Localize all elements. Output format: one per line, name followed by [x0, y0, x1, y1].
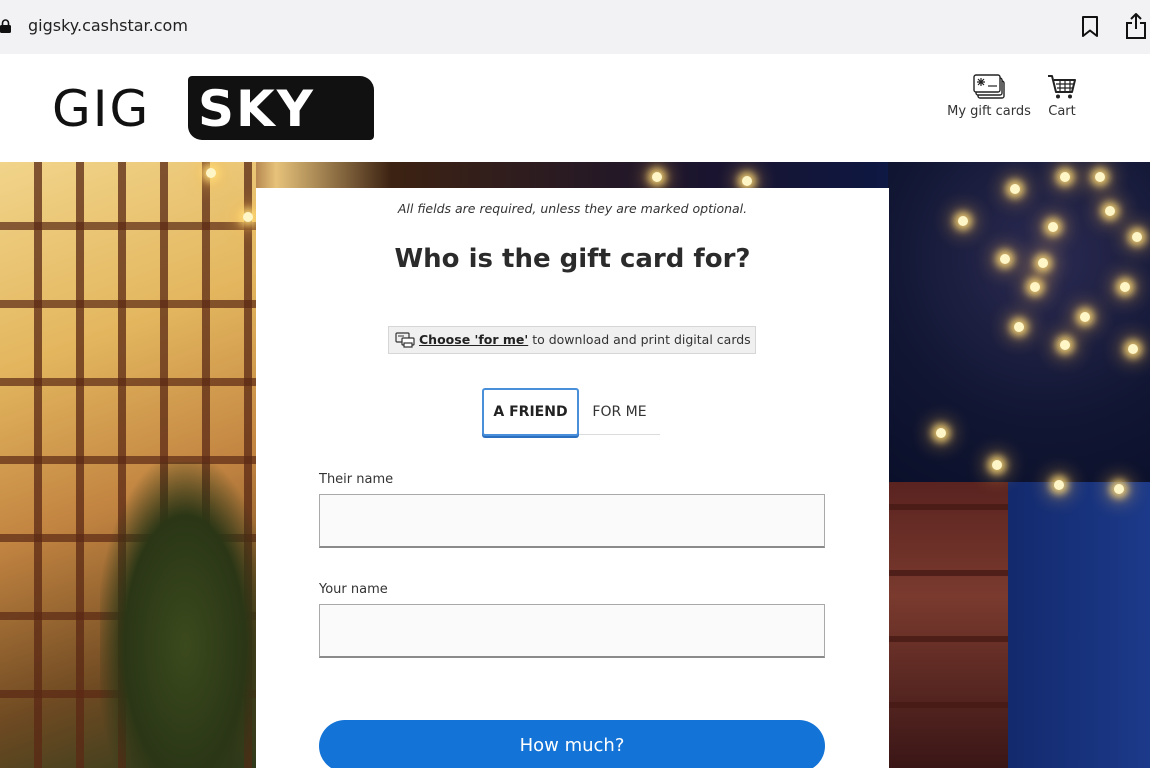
string-light — [992, 460, 1002, 470]
tab-a-friend[interactable]: A FRIEND — [482, 388, 579, 436]
string-light — [1054, 480, 1064, 490]
string-light — [1132, 232, 1142, 242]
string-light — [1000, 254, 1010, 264]
string-light — [1095, 172, 1105, 182]
lock-icon — [0, 19, 11, 33]
cart-icon — [1048, 75, 1076, 99]
greenery — [100, 462, 270, 768]
browser-address-bar: gigsky.cashstar.com — [0, 0, 1150, 54]
my-gift-cards-link[interactable]: My gift cards — [946, 74, 1032, 119]
for-me-hint: Choose 'for me' to download and print di… — [388, 326, 756, 354]
string-light — [1010, 184, 1020, 194]
string-light — [1128, 344, 1138, 354]
their-name-input[interactable] — [319, 494, 825, 548]
string-light — [1038, 258, 1048, 268]
cart-link[interactable]: Cart — [1042, 74, 1082, 119]
string-light — [1014, 322, 1024, 332]
logo-text-sky: SKY — [198, 80, 315, 138]
my-gift-cards-label: My gift cards — [947, 104, 1031, 119]
building-right — [888, 482, 1008, 768]
string-light — [1114, 484, 1124, 494]
share-icon[interactable] — [1124, 12, 1148, 40]
gift-cards-icon — [973, 74, 1005, 99]
string-light — [936, 428, 946, 438]
string-light — [1120, 282, 1130, 292]
page-title: Who is the gift card for? — [394, 244, 751, 274]
tab-for-me[interactable]: FOR ME — [579, 388, 660, 436]
string-light — [742, 176, 752, 186]
your-name-label: Your name — [319, 582, 388, 597]
logo-text-gig: GIG — [52, 80, 151, 138]
how-much-button[interactable]: How much? — [319, 720, 825, 768]
your-name-input[interactable] — [319, 604, 825, 658]
string-light — [243, 212, 253, 222]
cart-label: Cart — [1048, 104, 1076, 119]
their-name-label: Their name — [319, 472, 394, 487]
string-light — [1048, 222, 1058, 232]
site-header: GIG SKY My gift cards Cart — [0, 54, 1150, 162]
hint-text: to download and print digital cards — [528, 332, 751, 347]
printer-card-icon — [395, 332, 415, 348]
string-light — [1105, 206, 1115, 216]
string-light — [1060, 340, 1070, 350]
recipient-toggle: A FRIEND FOR ME — [482, 388, 660, 436]
bookmark-icon[interactable] — [1080, 15, 1100, 39]
string-light — [1080, 312, 1090, 322]
choose-for-me-link[interactable]: Choose 'for me' — [419, 332, 528, 347]
string-light — [652, 172, 662, 182]
string-light — [958, 216, 968, 226]
string-light — [206, 168, 216, 178]
string-light — [1030, 282, 1040, 292]
gift-recipient-form: All fields are required, unless they are… — [256, 188, 889, 768]
gigsky-logo[interactable]: GIG SKY — [52, 76, 376, 142]
url-text[interactable]: gigsky.cashstar.com — [28, 16, 188, 35]
required-fields-note: All fields are required, unless they are… — [397, 201, 748, 216]
string-light — [1060, 172, 1070, 182]
